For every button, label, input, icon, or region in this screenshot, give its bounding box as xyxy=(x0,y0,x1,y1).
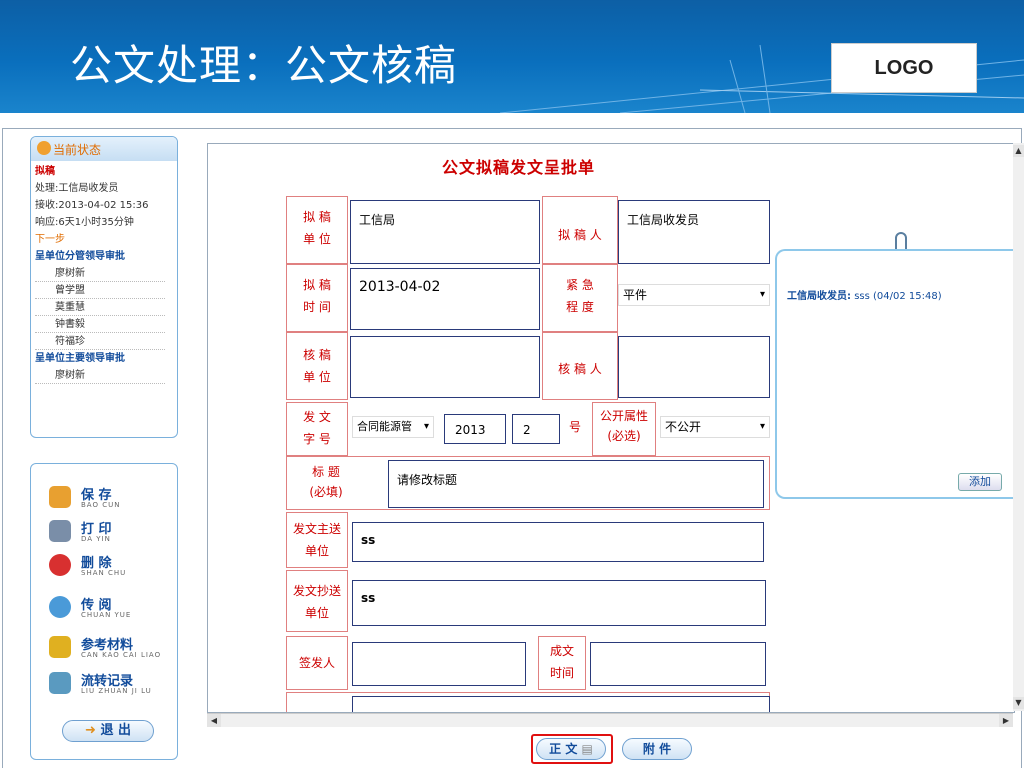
hao-label: 号 xyxy=(568,420,581,434)
delete-pinyin: SHAN CHU xyxy=(81,569,127,577)
person-item[interactable]: 莫重慧 xyxy=(35,299,165,316)
done-time-label: 成文 时间 xyxy=(549,644,574,680)
person-item[interactable]: 钟書毅 xyxy=(35,316,165,333)
approval-group-2[interactable]: 呈单位主要领导审批 xyxy=(35,350,165,367)
circulate-button[interactable]: 传 阅 CHUAN YUE xyxy=(49,592,169,628)
person-item[interactable]: 廖树新 xyxy=(35,367,165,384)
scroll-left-icon[interactable]: ◀ xyxy=(207,714,221,727)
draft-time-label: 拟 稿时 间 xyxy=(303,278,331,314)
signer-label: 签发人 xyxy=(298,656,335,670)
status-heading: 当前状态 xyxy=(53,143,102,157)
drafter-field[interactable]: 工信局收发员 xyxy=(618,200,770,264)
person-item[interactable]: 廖树新 xyxy=(35,265,165,282)
public-select[interactable]: 不公开 xyxy=(660,416,770,438)
draft-time-field[interactable]: 2013-04-02 xyxy=(350,268,540,330)
history-icon xyxy=(49,672,71,694)
status-panel-header: 当前状态 xyxy=(31,137,177,161)
doc-prefix-select[interactable]: 合同能源管 xyxy=(352,416,434,438)
public-label: 公开属性 (必选) xyxy=(599,409,648,443)
history-pinyin: LIU ZHUAN JI LU xyxy=(81,687,152,695)
form-horizontal-scrollbar[interactable]: ◀ ▶ xyxy=(207,713,1013,727)
save-icon xyxy=(49,486,71,508)
doc-no-label: 发 文字 号 xyxy=(303,410,331,446)
reference-button[interactable]: 参考材料 CAN KAO CAI LIAO xyxy=(49,632,169,668)
draft-unit-label: 拟 稿单 位 xyxy=(303,210,331,246)
urgency-label: 紧 急程 度 xyxy=(566,278,594,314)
scroll-down-icon[interactable]: ▼ xyxy=(1013,697,1024,709)
status-list: 拟稿 处理:工信局收发员 接收:2013-04-02 15:36 响应:6天1小… xyxy=(35,163,165,433)
person-item[interactable]: 符福珍 xyxy=(35,333,165,350)
scroll-up-icon[interactable]: ▲ xyxy=(1013,145,1024,157)
drafter-label: 拟 稿 人 xyxy=(558,228,602,242)
urgency-select[interactable]: 平件 xyxy=(618,284,770,306)
exit-icon: ➜ xyxy=(85,723,101,738)
logo: LOGO xyxy=(831,43,977,93)
header-banner: 公文处理：公文核稿 LOGO xyxy=(0,0,1024,113)
page-title: 公文处理：公文核稿 xyxy=(70,41,458,90)
cc-field[interactable]: ss xyxy=(352,580,766,626)
save-button[interactable]: 保 存 BAO CUN xyxy=(49,482,169,518)
tab-attachments[interactable]: 附 件 xyxy=(622,738,692,760)
received-text: 接收:2013-04-02 15:36 xyxy=(35,200,149,211)
document-icon: ▤ xyxy=(581,742,593,756)
form-vertical-scrollbar[interactable]: ▲ ▼ xyxy=(1013,143,1024,711)
print-icon xyxy=(49,520,71,542)
save-pinyin: BAO CUN xyxy=(81,501,121,509)
exit-button[interactable]: ➜ 退 出 xyxy=(62,720,154,742)
delete-button[interactable]: 删 除 SHAN CHU xyxy=(49,550,169,586)
main-to-label: 发文主送 单位 xyxy=(292,522,341,558)
cc-label: 发文抄送 单位 xyxy=(292,584,341,620)
note-text-value: sss (04/02 15:48) xyxy=(854,291,942,302)
reviewer-field[interactable] xyxy=(618,336,770,398)
review-unit-label: 核 稿单 位 xyxy=(303,348,331,384)
print-button[interactable]: 打 印 DA YIN xyxy=(49,516,169,552)
status-icon xyxy=(37,141,51,155)
reference-pinyin: CAN KAO CAI LIAO xyxy=(81,651,162,659)
reviewer-label: 核 稿 人 xyxy=(558,362,602,376)
done-time-field[interactable] xyxy=(590,642,766,686)
response-text: 响应:6天1小时35分钟 xyxy=(35,217,134,228)
note-entry: 工信局收发员: sss (04/02 15:48) xyxy=(787,287,942,302)
form-title: 公文拟稿发文呈批单 xyxy=(442,158,596,177)
handler-text: 处理:工信局收发员 xyxy=(35,183,119,194)
draft-unit-field[interactable]: 工信局 xyxy=(350,200,540,264)
current-step: 拟稿 xyxy=(35,166,55,177)
signer-field[interactable] xyxy=(352,642,526,686)
subject-field[interactable]: 请修改标题 xyxy=(388,460,764,508)
circulate-icon xyxy=(49,596,71,618)
add-note-button[interactable]: 添加 xyxy=(958,473,1002,491)
exit-label: 退 出 xyxy=(100,723,131,738)
print-pinyin: DA YIN xyxy=(81,535,111,543)
delete-icon xyxy=(49,554,71,576)
subject-label: 标 题 (必填) xyxy=(309,465,343,499)
remark-field[interactable] xyxy=(352,696,770,712)
doc-year-field[interactable]: 2013 xyxy=(444,414,506,444)
reference-icon xyxy=(49,636,71,658)
note-panel: 工信局收发员: sss (04/02 15:48) xyxy=(775,249,1015,499)
tab-main-text[interactable]: 正 文 ▤ xyxy=(536,738,606,760)
status-panel: 当前状态 拟稿 处理:工信局收发员 接收:2013-04-02 15:36 响应… xyxy=(30,136,178,438)
note-author: 工信局收发员: xyxy=(787,291,851,302)
action-panel: 保 存 BAO CUN 打 印 DA YIN 删 除 SHAN CHU 传 阅 … xyxy=(30,463,178,760)
tab-main-label: 正 文 xyxy=(549,742,578,756)
doc-num-field[interactable]: 2 xyxy=(512,414,560,444)
review-unit-field[interactable] xyxy=(350,336,540,398)
person-item[interactable]: 曾学盟 xyxy=(35,282,165,299)
scroll-right-icon[interactable]: ▶ xyxy=(999,714,1013,727)
history-button[interactable]: 流转记录 LIU ZHUAN JI LU xyxy=(49,668,169,704)
approval-group-1[interactable]: 呈单位分管领导审批 xyxy=(35,248,165,265)
main-to-field[interactable]: ss xyxy=(352,522,764,562)
next-step-label: 下一步 xyxy=(35,234,65,245)
circulate-pinyin: CHUAN YUE xyxy=(81,611,132,619)
